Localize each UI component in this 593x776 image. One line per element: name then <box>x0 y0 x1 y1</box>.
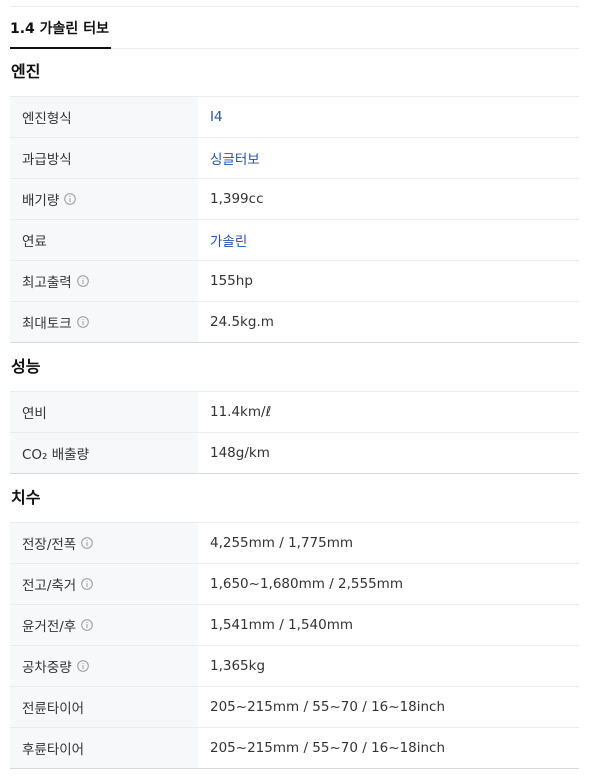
spec-label: 윤거전/후 <box>10 605 198 645</box>
spec-table: 연비 11.4km/ℓ CO₂ 배출량 148g/km <box>10 391 579 474</box>
spec-row: 엔진형식 I4 <box>10 97 579 138</box>
info-circle-icon[interactable] <box>81 537 94 549</box>
spec-label: 엔진형식 <box>10 97 198 137</box>
spec-value: 1,541mm / 1,540mm <box>210 617 354 633</box>
section-dimensions: 치수 전장/전폭 4,255mm / 1,775mm 전고/축거 1,650~1… <box>10 474 579 769</box>
spec-label: 배기량 <box>10 179 198 219</box>
info-circle-icon[interactable] <box>81 619 94 631</box>
spec-row: 후륜타이어 205~215mm / 55~70 / 16~18inch <box>10 728 579 769</box>
section-title: 엔진 <box>11 62 41 81</box>
spec-row: 전륜타이어 205~215mm / 55~70 / 16~18inch <box>10 687 579 728</box>
spec-label: 최고출력 <box>10 261 198 301</box>
section-engine: 엔진 엔진형식 I4 과급방식 싱글터보 배기량 1,399cc 연료 가솔린 <box>10 48 579 343</box>
spec-row: 연비 11.4km/ℓ <box>10 392 579 433</box>
spec-label: 연료 <box>10 220 198 260</box>
spec-label: 공차중량 <box>10 646 198 686</box>
trim-tab-bar: 1.4 가솔린 터보 <box>10 7 579 49</box>
spec-label: 후륜타이어 <box>10 728 198 768</box>
section-performance: 성능 연비 11.4km/ℓ CO₂ 배출량 148g/km <box>10 343 579 474</box>
spec-label: 전륜타이어 <box>10 687 198 727</box>
info-circle-icon[interactable] <box>76 275 89 287</box>
spec-label: 전고/축거 <box>10 564 198 604</box>
section-title: 치수 <box>11 488 41 507</box>
spec-row: 최고출력 155hp <box>10 261 579 302</box>
spec-page: 1.4 가솔린 터보 엔진 엔진형식 I4 과급방식 싱글터보 배기량 1,39… <box>0 0 593 776</box>
spec-row: 윤거전/후 1,541mm / 1,540mm <box>10 605 579 646</box>
info-circle-icon[interactable] <box>81 578 94 590</box>
spec-table: 전장/전폭 4,255mm / 1,775mm 전고/축거 1,650~1,68… <box>10 522 579 769</box>
spec-value: 4,255mm / 1,775mm <box>210 535 354 551</box>
spec-value: 155hp <box>210 273 253 289</box>
spec-label: CO₂ 배출량 <box>10 433 198 473</box>
spec-row: 과급방식 싱글터보 <box>10 138 579 179</box>
spec-row: 전장/전폭 4,255mm / 1,775mm <box>10 523 579 564</box>
spec-row: 최대토크 24.5kg.m <box>10 302 579 343</box>
spec-label: 연비 <box>10 392 198 432</box>
spec-value: 148g/km <box>210 445 270 461</box>
spec-table: 엔진형식 I4 과급방식 싱글터보 배기량 1,399cc 연료 가솔린 최고출… <box>10 96 579 343</box>
info-circle-icon[interactable] <box>76 316 89 328</box>
spec-value: 1,365kg <box>210 658 266 674</box>
spec-label: 전장/전폭 <box>10 523 198 563</box>
spec-value: 24.5kg.m <box>210 314 274 330</box>
info-circle-icon[interactable] <box>64 193 77 205</box>
spec-value-link[interactable]: 싱글터보 <box>198 138 579 178</box>
spec-row: 전고/축거 1,650~1,680mm / 2,555mm <box>10 564 579 605</box>
spec-value-link[interactable]: I4 <box>198 97 579 137</box>
spec-label: 과급방식 <box>10 138 198 178</box>
spec-value: 1,399cc <box>210 191 264 207</box>
spec-row: 배기량 1,399cc <box>10 179 579 220</box>
spec-row: 공차중량 1,365kg <box>10 646 579 687</box>
section-title: 성능 <box>11 357 41 376</box>
info-circle-icon[interactable] <box>76 660 89 672</box>
spec-value-link[interactable]: 가솔린 <box>198 220 579 260</box>
spec-row: 연료 가솔린 <box>10 220 579 261</box>
tab-trim-1-4-turbo[interactable]: 1.4 가솔린 터보 <box>10 7 111 49</box>
spec-row: CO₂ 배출량 148g/km <box>10 433 579 474</box>
spec-value: 205~215mm / 55~70 / 16~18inch <box>210 740 446 756</box>
spec-value: 11.4km/ℓ <box>210 404 272 420</box>
spec-value: 205~215mm / 55~70 / 16~18inch <box>210 699 446 715</box>
spec-label: 최대토크 <box>10 302 198 342</box>
spec-value: 1,650~1,680mm / 2,555mm <box>210 576 403 592</box>
